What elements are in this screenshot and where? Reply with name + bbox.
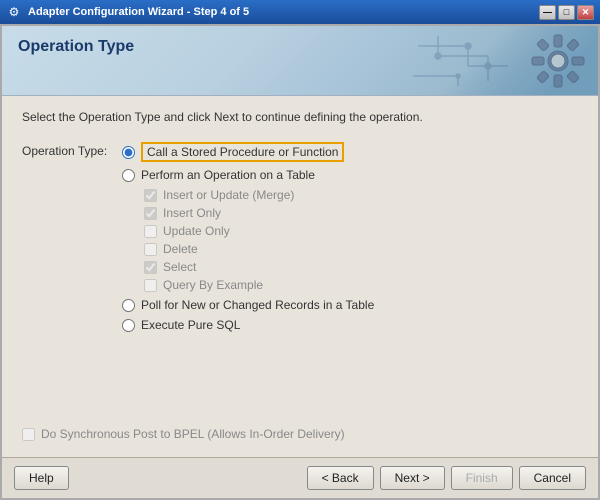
gear-icon (528, 31, 588, 91)
check-query-by-example (144, 279, 157, 292)
next-button[interactable]: Next > (380, 466, 445, 490)
main-window: Operation Type (0, 24, 600, 500)
check-update-only-row: Update Only (144, 224, 374, 238)
radio-poll-row: Poll for New or Changed Records in a Tab… (122, 298, 374, 312)
check-insert-only-row: Insert Only (144, 206, 374, 220)
operation-type-row: Operation Type: Call a Stored Procedure … (22, 142, 578, 332)
radio-table-op[interactable] (122, 169, 135, 182)
radio-table-op-row: Perform an Operation on a Table (122, 168, 374, 182)
check-delete-label: Delete (163, 242, 198, 256)
operation-type-label: Operation Type: (22, 142, 112, 158)
check-update-only-label: Update Only (163, 224, 230, 238)
help-button[interactable]: Help (14, 466, 69, 490)
radio-stored-proc-row: Call a Stored Procedure or Function (122, 142, 374, 162)
check-update-only (144, 225, 157, 238)
bpel-checkbox (22, 428, 35, 441)
content-area: Select the Operation Type and click Next… (2, 96, 598, 411)
circuit-decoration (408, 26, 528, 91)
check-select-row: Select (144, 260, 374, 274)
check-insert-update-label: Insert or Update (Merge) (163, 188, 294, 202)
close-button[interactable]: ✕ (577, 5, 594, 20)
radio-pure-sql-label: Execute Pure SQL (141, 318, 240, 332)
footer-right-buttons: < Back Next > Finish Cancel (307, 466, 586, 490)
check-query-by-example-label: Query By Example (163, 278, 263, 292)
radio-pure-sql[interactable] (122, 319, 135, 332)
radio-pure-sql-row: Execute Pure SQL (122, 318, 374, 332)
radio-stored-proc[interactable] (122, 146, 135, 159)
title-bar: ⚙ Adapter Configuration Wizard - Step 4 … (0, 0, 600, 24)
page-title: Operation Type (18, 38, 134, 56)
bpel-row: Do Synchronous Post to BPEL (Allows In-O… (22, 427, 578, 441)
radio-poll[interactable] (122, 299, 135, 312)
bpel-label: Do Synchronous Post to BPEL (Allows In-O… (41, 427, 345, 441)
maximize-button[interactable]: □ (558, 5, 575, 20)
minimize-button[interactable]: — (539, 5, 556, 20)
header-area: Operation Type (2, 26, 598, 96)
check-insert-update-row: Insert or Update (Merge) (144, 188, 374, 202)
check-delete (144, 243, 157, 256)
check-insert-only (144, 207, 157, 220)
footer: Help < Back Next > Finish Cancel (2, 457, 598, 498)
title-bar-buttons: — □ ✕ (539, 5, 594, 20)
finish-button[interactable]: Finish (451, 466, 513, 490)
cancel-button[interactable]: Cancel (519, 466, 586, 490)
check-select-label: Select (163, 260, 196, 274)
title-bar-text: Adapter Configuration Wizard - Step 4 of… (28, 6, 533, 18)
radio-poll-label: Poll for New or Changed Records in a Tab… (141, 298, 374, 312)
window-icon: ⚙ (6, 4, 22, 20)
table-sub-options: Insert or Update (Merge) Insert Only Upd… (144, 188, 374, 292)
check-delete-row: Delete (144, 242, 374, 256)
radio-stored-proc-label: Call a Stored Procedure or Function (141, 142, 344, 162)
check-select (144, 261, 157, 274)
radio-table-op-label: Perform an Operation on a Table (141, 168, 315, 182)
check-query-by-example-row: Query By Example (144, 278, 374, 292)
check-insert-only-label: Insert Only (163, 206, 221, 220)
operation-options: Call a Stored Procedure or Function Perf… (122, 142, 374, 332)
check-insert-update (144, 189, 157, 202)
description-text: Select the Operation Type and click Next… (22, 110, 578, 124)
back-button[interactable]: < Back (307, 466, 374, 490)
